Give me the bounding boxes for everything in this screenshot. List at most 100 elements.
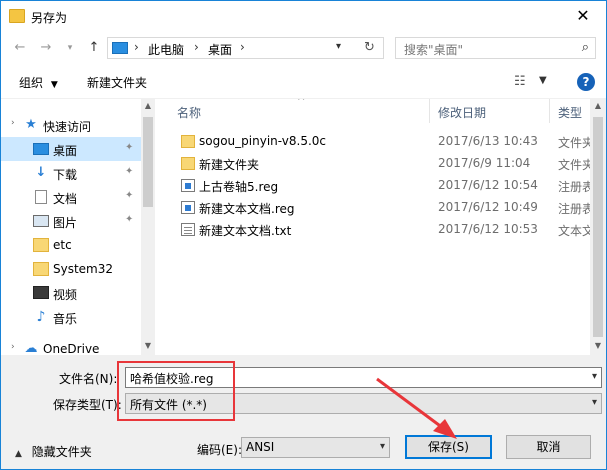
reg-file-icon [181, 179, 195, 192]
sidebar-item-label: etc [53, 238, 72, 252]
breadcrumb-this-pc[interactable]: 此电脑 [148, 41, 184, 58]
scrollbar-thumb[interactable] [593, 117, 603, 337]
filename-label: 文件名(N): [59, 372, 118, 386]
column-header-name[interactable]: 名称 [177, 104, 201, 128]
column-divider[interactable] [549, 99, 550, 123]
chevron-right-icon[interactable]: › [240, 40, 245, 54]
column-divider[interactable] [429, 99, 430, 123]
folder-icon [33, 262, 49, 276]
pin-icon[interactable]: ✦ [125, 190, 133, 201]
type-label: 保存类型(T): [53, 398, 122, 412]
sidebar-item-music[interactable]: ♪ 音乐 [1, 305, 141, 329]
sidebar-item-label: 文档 [53, 192, 78, 206]
table-row[interactable]: 新建文件夹 2017/6/9 11:04 文件夹 [171, 153, 606, 175]
forward-arrow-icon[interactable]: → [37, 39, 55, 57]
column-header-type[interactable]: 类型 [558, 104, 582, 128]
pin-icon[interactable]: ✦ [125, 214, 133, 225]
sidebar-item-quick-access[interactable]: › ★ 快速访问 [1, 113, 141, 137]
sidebar-item-pictures[interactable]: 图片 ✦ [1, 209, 141, 233]
annotation-arrow-icon [376, 377, 457, 439]
view-options-icon[interactable]: ☷ [514, 74, 526, 89]
search-input[interactable]: 搜索"桌面" [404, 41, 463, 58]
sidebar-item-onedrive[interactable]: › ☁ OneDrive [1, 337, 141, 356]
desktop-icon [33, 143, 49, 155]
file-date: 2017/6/9 11:04 [438, 156, 531, 170]
scroll-up-icon[interactable]: ▲ [590, 101, 606, 110]
help-icon[interactable]: ? [577, 73, 595, 91]
folder-icon [181, 157, 195, 170]
breadcrumb-desktop[interactable]: 桌面 [208, 41, 232, 58]
sidebar-item-downloads[interactable]: ↓ 下载 ✦ [1, 161, 141, 185]
file-date: 2017/6/12 10:54 [438, 178, 538, 192]
new-folder-button[interactable]: 新建文件夹 [87, 74, 147, 91]
this-pc-icon [112, 42, 128, 54]
refresh-icon[interactable]: ↻ [364, 40, 375, 55]
column-header-date[interactable]: 修改日期 [438, 104, 486, 128]
file-type: 文件夹 [558, 136, 595, 150]
save-form: 文件名(N): 哈希值校验.reg ▾ 保存类型(T): 所有文件 (*.*) … [1, 355, 606, 469]
sidebar-scrollbar[interactable]: ▲ ▼ [141, 99, 155, 355]
file-name: 新建文件夹 [199, 158, 260, 172]
search-icon[interactable]: ⌕ [582, 40, 589, 55]
scroll-up-icon[interactable]: ▲ [141, 101, 155, 110]
encoding-value: ANSI [246, 440, 275, 454]
chevron-up-icon: ▲ [15, 449, 22, 459]
save-as-dialog: 另存为 ✕ ← → ▾ ↑ › 此电脑 › 桌面 › ▾ ↻ 搜索"桌面" ⌕ … [0, 0, 607, 470]
sidebar-item-system32[interactable]: System32 [1, 257, 141, 281]
file-type: 文件夹 [558, 158, 595, 172]
chevron-right-icon[interactable]: › [134, 40, 139, 54]
back-arrow-icon[interactable]: ← [11, 39, 29, 57]
close-button[interactable]: ✕ [560, 1, 606, 31]
download-icon: ↓ [35, 165, 47, 180]
music-icon: ♪ [36, 309, 46, 325]
scrollbar-thumb[interactable] [143, 117, 153, 207]
sidebar-item-label: System32 [53, 262, 114, 276]
hide-folders-toggle[interactable]: ▲ 隐藏文件夹 [15, 443, 92, 460]
recent-chevron-icon[interactable]: ▾ [61, 39, 79, 57]
sidebar-item-label: OneDrive [43, 342, 100, 355]
chevron-down-icon[interactable]: ▾ [592, 371, 597, 382]
search-box[interactable]: 搜索"桌面" ⌕ [395, 37, 596, 59]
video-icon [33, 286, 49, 299]
up-arrow-icon[interactable]: ↑ [85, 39, 103, 57]
sidebar-item-etc[interactable]: etc [1, 233, 141, 257]
cloud-icon: ☁ [24, 341, 38, 356]
table-row[interactable]: 新建文本文档.reg 2017/6/12 10:49 注册表项 [171, 197, 606, 219]
table-row[interactable]: 新建文本文档.txt 2017/6/12 10:53 文本文档 [171, 219, 606, 241]
pin-icon[interactable]: ✦ [125, 142, 133, 153]
organize-label: 组织 [19, 76, 44, 90]
chevron-right-icon[interactable]: › [11, 342, 15, 352]
sidebar-item-documents[interactable]: 文档 ✦ [1, 185, 141, 209]
file-name: sogou_pinyin-v8.5.0c [199, 134, 326, 148]
file-name: 新建文本文档.txt [199, 224, 292, 238]
file-name: 上古卷轴5.reg [199, 180, 279, 194]
command-bar: 组织 ▼ 新建文件夹 ☷ ▼ ? [1, 65, 606, 99]
sidebar-item-desktop[interactable]: 桌面 ✦ [1, 137, 141, 161]
table-row[interactable]: sogou_pinyin-v8.5.0c 2017/6/13 10:43 文件夹 [171, 131, 606, 153]
star-icon: ★ [25, 117, 37, 132]
address-dropdown-icon[interactable]: ▾ [336, 41, 341, 52]
chevron-right-icon[interactable]: › [11, 118, 15, 128]
chevron-down-icon[interactable]: ▾ [592, 397, 597, 408]
sidebar-item-videos[interactable]: 视频 [1, 281, 141, 305]
reg-file-icon [181, 201, 195, 214]
chevron-right-icon[interactable]: › [194, 40, 199, 54]
cancel-button[interactable]: 取消 [506, 435, 591, 459]
file-date: 2017/6/12 10:53 [438, 222, 538, 236]
file-list-scrollbar[interactable]: ▲ ▼ [590, 99, 606, 355]
organize-button[interactable]: 组织 ▼ [19, 74, 58, 91]
sidebar-item-label: 视频 [53, 288, 78, 302]
encoding-select[interactable]: ANSI ▾ [241, 437, 390, 458]
chevron-down-icon[interactable]: ▼ [539, 75, 547, 86]
navigation-pane: › ★ 快速访问 桌面 ✦ ↓ 下载 ✦ 文档 ✦ 图片 ✦ etc Syste… [1, 99, 155, 355]
document-icon [35, 190, 47, 204]
pin-icon[interactable]: ✦ [125, 166, 133, 177]
sidebar-item-label: 音乐 [53, 312, 78, 326]
file-date: 2017/6/13 10:43 [438, 134, 538, 148]
table-row[interactable]: 上古卷轴5.reg 2017/6/12 10:54 注册表项 [171, 175, 606, 197]
chevron-down-icon[interactable]: ▾ [380, 441, 385, 452]
address-bar[interactable]: › 此电脑 › 桌面 › ▾ ↻ [107, 37, 384, 59]
scroll-down-icon[interactable]: ▼ [590, 341, 606, 350]
scroll-down-icon[interactable]: ▼ [141, 341, 155, 350]
file-list: ^ 名称 修改日期 类型 sogou_pinyin-v8.5.0c 2017/6… [161, 99, 606, 355]
